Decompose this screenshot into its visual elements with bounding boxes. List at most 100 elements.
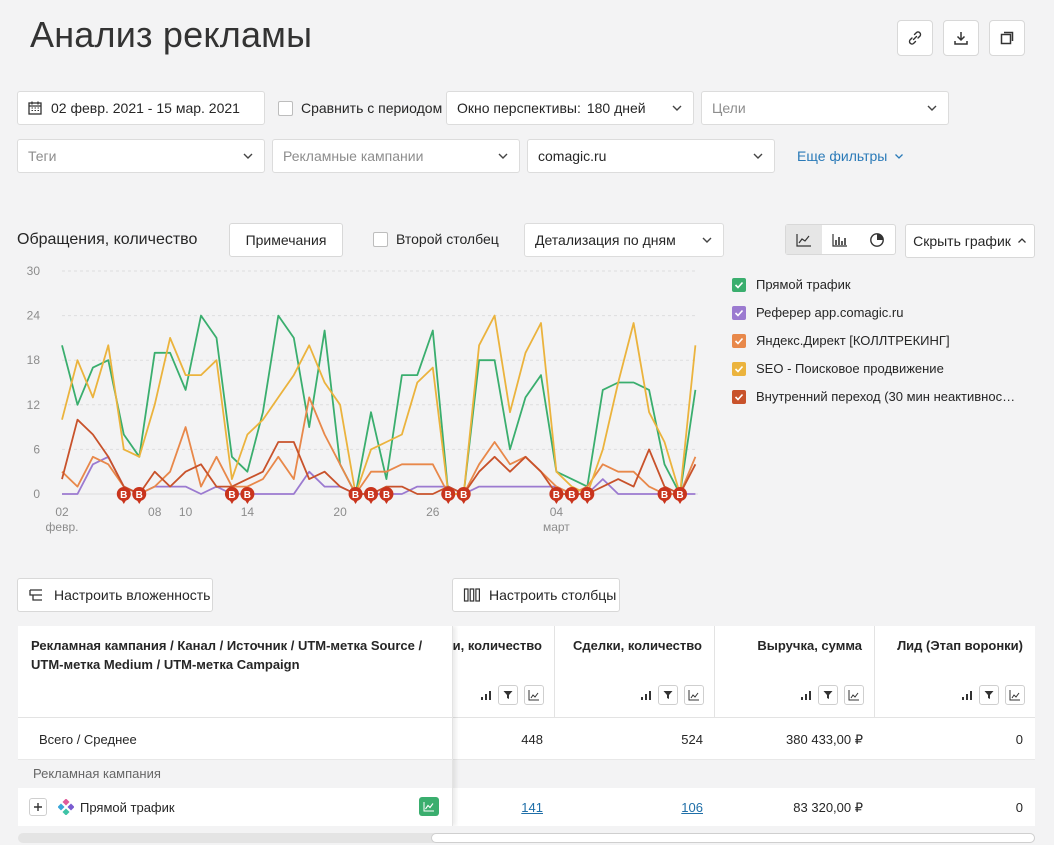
mini-chart-icon bbox=[1009, 690, 1020, 701]
column-tools bbox=[800, 685, 864, 705]
legend-item[interactable]: Реферер app.comagic.ru bbox=[732, 305, 903, 320]
sort-icon[interactable] bbox=[640, 690, 652, 700]
download-button[interactable] bbox=[943, 20, 979, 56]
site-select[interactable]: comagic.ru bbox=[527, 139, 775, 173]
x-tick-label: 08 bbox=[148, 505, 162, 519]
sort-icon[interactable] bbox=[480, 690, 492, 700]
filter-button[interactable] bbox=[658, 685, 678, 705]
horizontal-scrollbar[interactable] bbox=[18, 833, 1035, 843]
nesting-button[interactable]: Настроить вложенность bbox=[17, 578, 213, 612]
check-icon bbox=[734, 309, 744, 317]
filter-button[interactable] bbox=[498, 685, 518, 705]
legend-label: Реферер app.comagic.ru bbox=[756, 305, 904, 320]
attribution-window-select[interactable]: Окно перспективы: 180 дней bbox=[446, 91, 694, 125]
download-icon bbox=[954, 32, 968, 45]
column-header-label: Выручка, сумма bbox=[757, 638, 862, 653]
copy-icon bbox=[1000, 31, 1014, 45]
hide-chart-button[interactable]: Скрыть график bbox=[905, 224, 1035, 258]
total-value: 0 bbox=[1015, 732, 1023, 747]
second-column-checkbox[interactable] bbox=[373, 232, 388, 247]
plus-icon bbox=[34, 803, 42, 811]
annotation-marker-label: B bbox=[228, 490, 235, 501]
annotation-marker-label: B bbox=[120, 490, 127, 501]
expand-button[interactable] bbox=[29, 798, 47, 816]
calendar-icon bbox=[28, 101, 42, 115]
check-icon bbox=[734, 337, 744, 345]
chevron-down-icon bbox=[927, 105, 937, 111]
first-column-header[interactable]: Рекламная кампания / Канал / Источник / … bbox=[18, 626, 453, 718]
y-tick-label: 30 bbox=[27, 264, 41, 278]
row-value-link[interactable]: 141 bbox=[521, 800, 543, 815]
nesting-label: Настроить вложенность bbox=[54, 587, 211, 603]
column-tools bbox=[961, 685, 1025, 705]
total-label-cell: Всего / Среднее bbox=[18, 718, 453, 760]
link-button[interactable] bbox=[897, 20, 933, 56]
row-value-link[interactable]: 106 bbox=[681, 800, 703, 815]
check-icon bbox=[734, 281, 744, 289]
filter-icon bbox=[503, 691, 513, 699]
detail-select[interactable]: Детализация по дням bbox=[524, 223, 724, 257]
x-tick-sublabel: февр. bbox=[46, 520, 79, 534]
column-header[interactable]: Выручка, сумма bbox=[715, 626, 875, 718]
row-value: 0 bbox=[1015, 800, 1023, 815]
sort-icon[interactable] bbox=[800, 690, 812, 700]
y-tick-label: 12 bbox=[27, 398, 41, 412]
line-chart-toggle[interactable] bbox=[786, 225, 823, 254]
pie-chart-icon bbox=[869, 232, 884, 247]
legend-item[interactable]: Внутренний переход (30 мин неактивнос… bbox=[732, 389, 1015, 404]
campaigns-select[interactable]: Рекламные кампании bbox=[272, 139, 520, 173]
site-value: comagic.ru bbox=[538, 148, 607, 164]
chevron-down-icon bbox=[753, 153, 763, 159]
columns-button[interactable]: Настроить столбцы bbox=[452, 578, 620, 612]
bar-chart-icon bbox=[832, 233, 848, 247]
legend-item[interactable]: SEO - Поисковое продвижение bbox=[732, 361, 944, 376]
goals-select[interactable]: Цели bbox=[701, 91, 949, 125]
notes-button[interactable]: Примечания bbox=[229, 223, 343, 257]
filter-icon bbox=[984, 691, 994, 699]
scrollbar-thumb[interactable] bbox=[431, 833, 1035, 843]
nesting-icon bbox=[29, 589, 42, 601]
legend-checkbox[interactable] bbox=[732, 333, 746, 348]
legend-checkbox[interactable] bbox=[732, 389, 746, 404]
mini-chart-icon bbox=[848, 690, 859, 701]
more-filters-label: Еще фильтры bbox=[797, 148, 888, 164]
row-chart-toggle[interactable] bbox=[419, 797, 439, 816]
column-chart-button[interactable] bbox=[844, 685, 864, 705]
chevron-down-icon bbox=[243, 153, 253, 159]
tags-select[interactable]: Теги bbox=[17, 139, 265, 173]
y-tick-label: 18 bbox=[27, 353, 41, 367]
legend-item[interactable]: Яндекс.Директ [КОЛЛТРЕКИНГ] bbox=[732, 333, 950, 348]
filter-button[interactable] bbox=[818, 685, 838, 705]
annotation-marker-label: B bbox=[553, 490, 560, 501]
column-header[interactable]: Сделки, количество bbox=[555, 626, 715, 718]
copy-button[interactable] bbox=[989, 20, 1025, 56]
annotation-marker-label: B bbox=[584, 490, 591, 501]
tags-placeholder: Теги bbox=[28, 148, 57, 164]
date-range-picker[interactable]: 02 февр. 2021 - 15 мар. 2021 bbox=[17, 91, 265, 125]
group-label-cell: Рекламная кампания bbox=[18, 760, 453, 788]
x-tick-label: 10 bbox=[179, 505, 193, 519]
campaigns-placeholder: Рекламные кампании bbox=[283, 148, 424, 164]
pie-chart-toggle[interactable] bbox=[859, 225, 895, 254]
hide-chart-label: Скрыть график bbox=[913, 233, 1011, 249]
sort-icon[interactable] bbox=[961, 690, 973, 700]
group-label: Рекламная кампания bbox=[33, 766, 161, 781]
column-header[interactable]: Лид (Этап воронки) bbox=[875, 626, 1035, 718]
column-chart-button[interactable] bbox=[684, 685, 704, 705]
chevron-down-icon bbox=[498, 153, 508, 159]
column-chart-button[interactable] bbox=[1005, 685, 1025, 705]
legend-checkbox[interactable] bbox=[732, 361, 746, 376]
legend-checkbox[interactable] bbox=[732, 305, 746, 320]
legend-item[interactable]: Прямой трафик bbox=[732, 277, 851, 292]
column-chart-button[interactable] bbox=[524, 685, 544, 705]
y-tick-label: 6 bbox=[33, 442, 40, 456]
line-chart-icon bbox=[796, 233, 812, 247]
direct-traffic-icon bbox=[58, 799, 74, 815]
more-filters-link[interactable]: Еще фильтры bbox=[797, 148, 904, 164]
row-value: 83 320,00 ₽ bbox=[793, 800, 863, 815]
filter-button[interactable] bbox=[979, 685, 999, 705]
legend-checkbox[interactable] bbox=[732, 277, 746, 292]
columns-label: Настроить столбцы bbox=[489, 587, 617, 603]
compare-period-checkbox[interactable] bbox=[278, 101, 293, 116]
bar-chart-toggle[interactable] bbox=[822, 225, 858, 254]
